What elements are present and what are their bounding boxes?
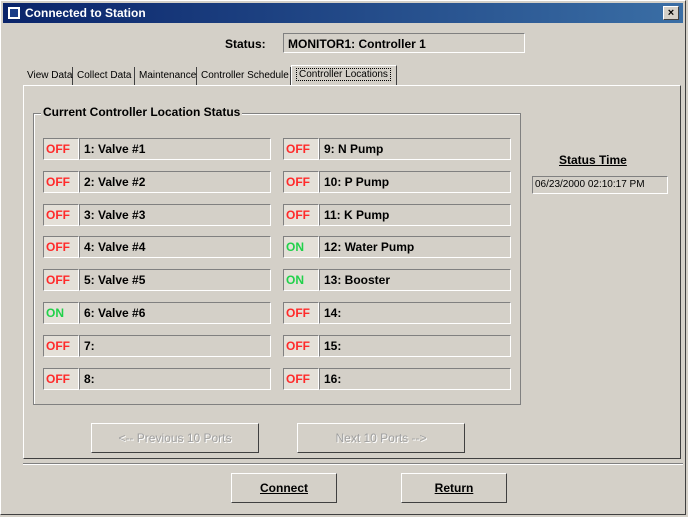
location-slot-15: OFF 15: — [283, 335, 511, 357]
location-state-14: OFF — [283, 302, 319, 324]
location-state-15: OFF — [283, 335, 319, 357]
location-slot-1: OFF 1: Valve #1 — [43, 138, 271, 160]
location-name-8: 8: — [79, 368, 271, 390]
connected-to-station-window: Connected to Station × Status: MONITOR1:… — [0, 0, 686, 515]
location-state-1: OFF — [43, 138, 79, 160]
location-slot-11: OFF 11: K Pump — [283, 204, 511, 226]
location-state-10: OFF — [283, 171, 319, 193]
location-slot-12: ON 12: Water Pump — [283, 236, 511, 258]
location-state-7: OFF — [43, 335, 79, 357]
status-field: MONITOR1: Controller 1 — [283, 33, 525, 53]
location-slot-4: OFF 4: Valve #4 — [43, 236, 271, 258]
location-slot-6: ON 6: Valve #6 — [43, 302, 271, 324]
location-state-3: OFF — [43, 204, 79, 226]
location-state-6: ON — [43, 302, 79, 324]
connect-button[interactable]: Connect — [231, 473, 337, 503]
location-slot-9: OFF 9: N Pump — [283, 138, 511, 160]
group-title: Current Controller Location Status — [41, 105, 243, 119]
return-button[interactable]: Return — [401, 473, 507, 503]
location-state-9: OFF — [283, 138, 319, 160]
tab-collect-data[interactable]: Collect Data — [73, 67, 135, 85]
app-icon — [8, 7, 20, 19]
next-ports-button[interactable]: Next 10 Ports --> — [297, 423, 465, 453]
location-name-2: 2: Valve #2 — [79, 171, 271, 193]
location-state-4: OFF — [43, 236, 79, 258]
location-name-15: 15: — [319, 335, 511, 357]
window-title: Connected to Station — [25, 6, 146, 20]
location-name-1: 1: Valve #1 — [79, 138, 271, 160]
location-slot-7: OFF 7: — [43, 335, 271, 357]
location-name-10: 10: P Pump — [319, 171, 511, 193]
location-state-13: ON — [283, 269, 319, 291]
location-state-8: OFF — [43, 368, 79, 390]
close-icon[interactable]: × — [663, 6, 679, 20]
location-state-11: OFF — [283, 204, 319, 226]
location-state-2: OFF — [43, 171, 79, 193]
location-name-3: 3: Valve #3 — [79, 204, 271, 226]
connect-button-label: Connect — [260, 481, 308, 495]
status-time-label: Status Time — [559, 153, 627, 167]
return-button-label: Return — [434, 481, 474, 495]
location-state-16: OFF — [283, 368, 319, 390]
tab-maintenance[interactable]: Maintenance — [135, 67, 197, 85]
location-name-16: 16: — [319, 368, 511, 390]
location-name-14: 14: — [319, 302, 511, 324]
location-slot-13: ON 13: Booster — [283, 269, 511, 291]
tab-controller-schedule[interactable]: Controller Schedule — [197, 67, 291, 85]
tab-controller-locations-label: Controller Locations — [296, 68, 391, 81]
tab-view-data[interactable]: View Data — [23, 67, 73, 85]
location-slot-16: OFF 16: — [283, 368, 511, 390]
previous-ports-button[interactable]: <-- Previous 10 Ports — [91, 423, 259, 453]
status-label: Status: — [225, 37, 266, 51]
location-slot-14: OFF 14: — [283, 302, 511, 324]
location-name-9: 9: N Pump — [319, 138, 511, 160]
location-state-5: OFF — [43, 269, 79, 291]
status-time-field: 06/23/2000 02:10:17 PM — [532, 176, 668, 194]
location-name-4: 4: Valve #4 — [79, 236, 271, 258]
location-state-12: ON — [283, 236, 319, 258]
location-slot-2: OFF 2: Valve #2 — [43, 171, 271, 193]
location-name-12: 12: Water Pump — [319, 236, 511, 258]
location-name-13: 13: Booster — [319, 269, 511, 291]
location-slot-5: OFF 5: Valve #5 — [43, 269, 271, 291]
location-name-7: 7: — [79, 335, 271, 357]
location-slot-8: OFF 8: — [43, 368, 271, 390]
location-name-5: 5: Valve #5 — [79, 269, 271, 291]
location-slot-3: OFF 3: Valve #3 — [43, 204, 271, 226]
location-slot-10: OFF 10: P Pump — [283, 171, 511, 193]
title-bar[interactable]: Connected to Station × — [3, 3, 683, 23]
separator — [23, 463, 683, 465]
location-name-11: 11: K Pump — [319, 204, 511, 226]
location-name-6: 6: Valve #6 — [79, 302, 271, 324]
tab-controller-locations[interactable]: Controller Locations — [291, 65, 397, 85]
